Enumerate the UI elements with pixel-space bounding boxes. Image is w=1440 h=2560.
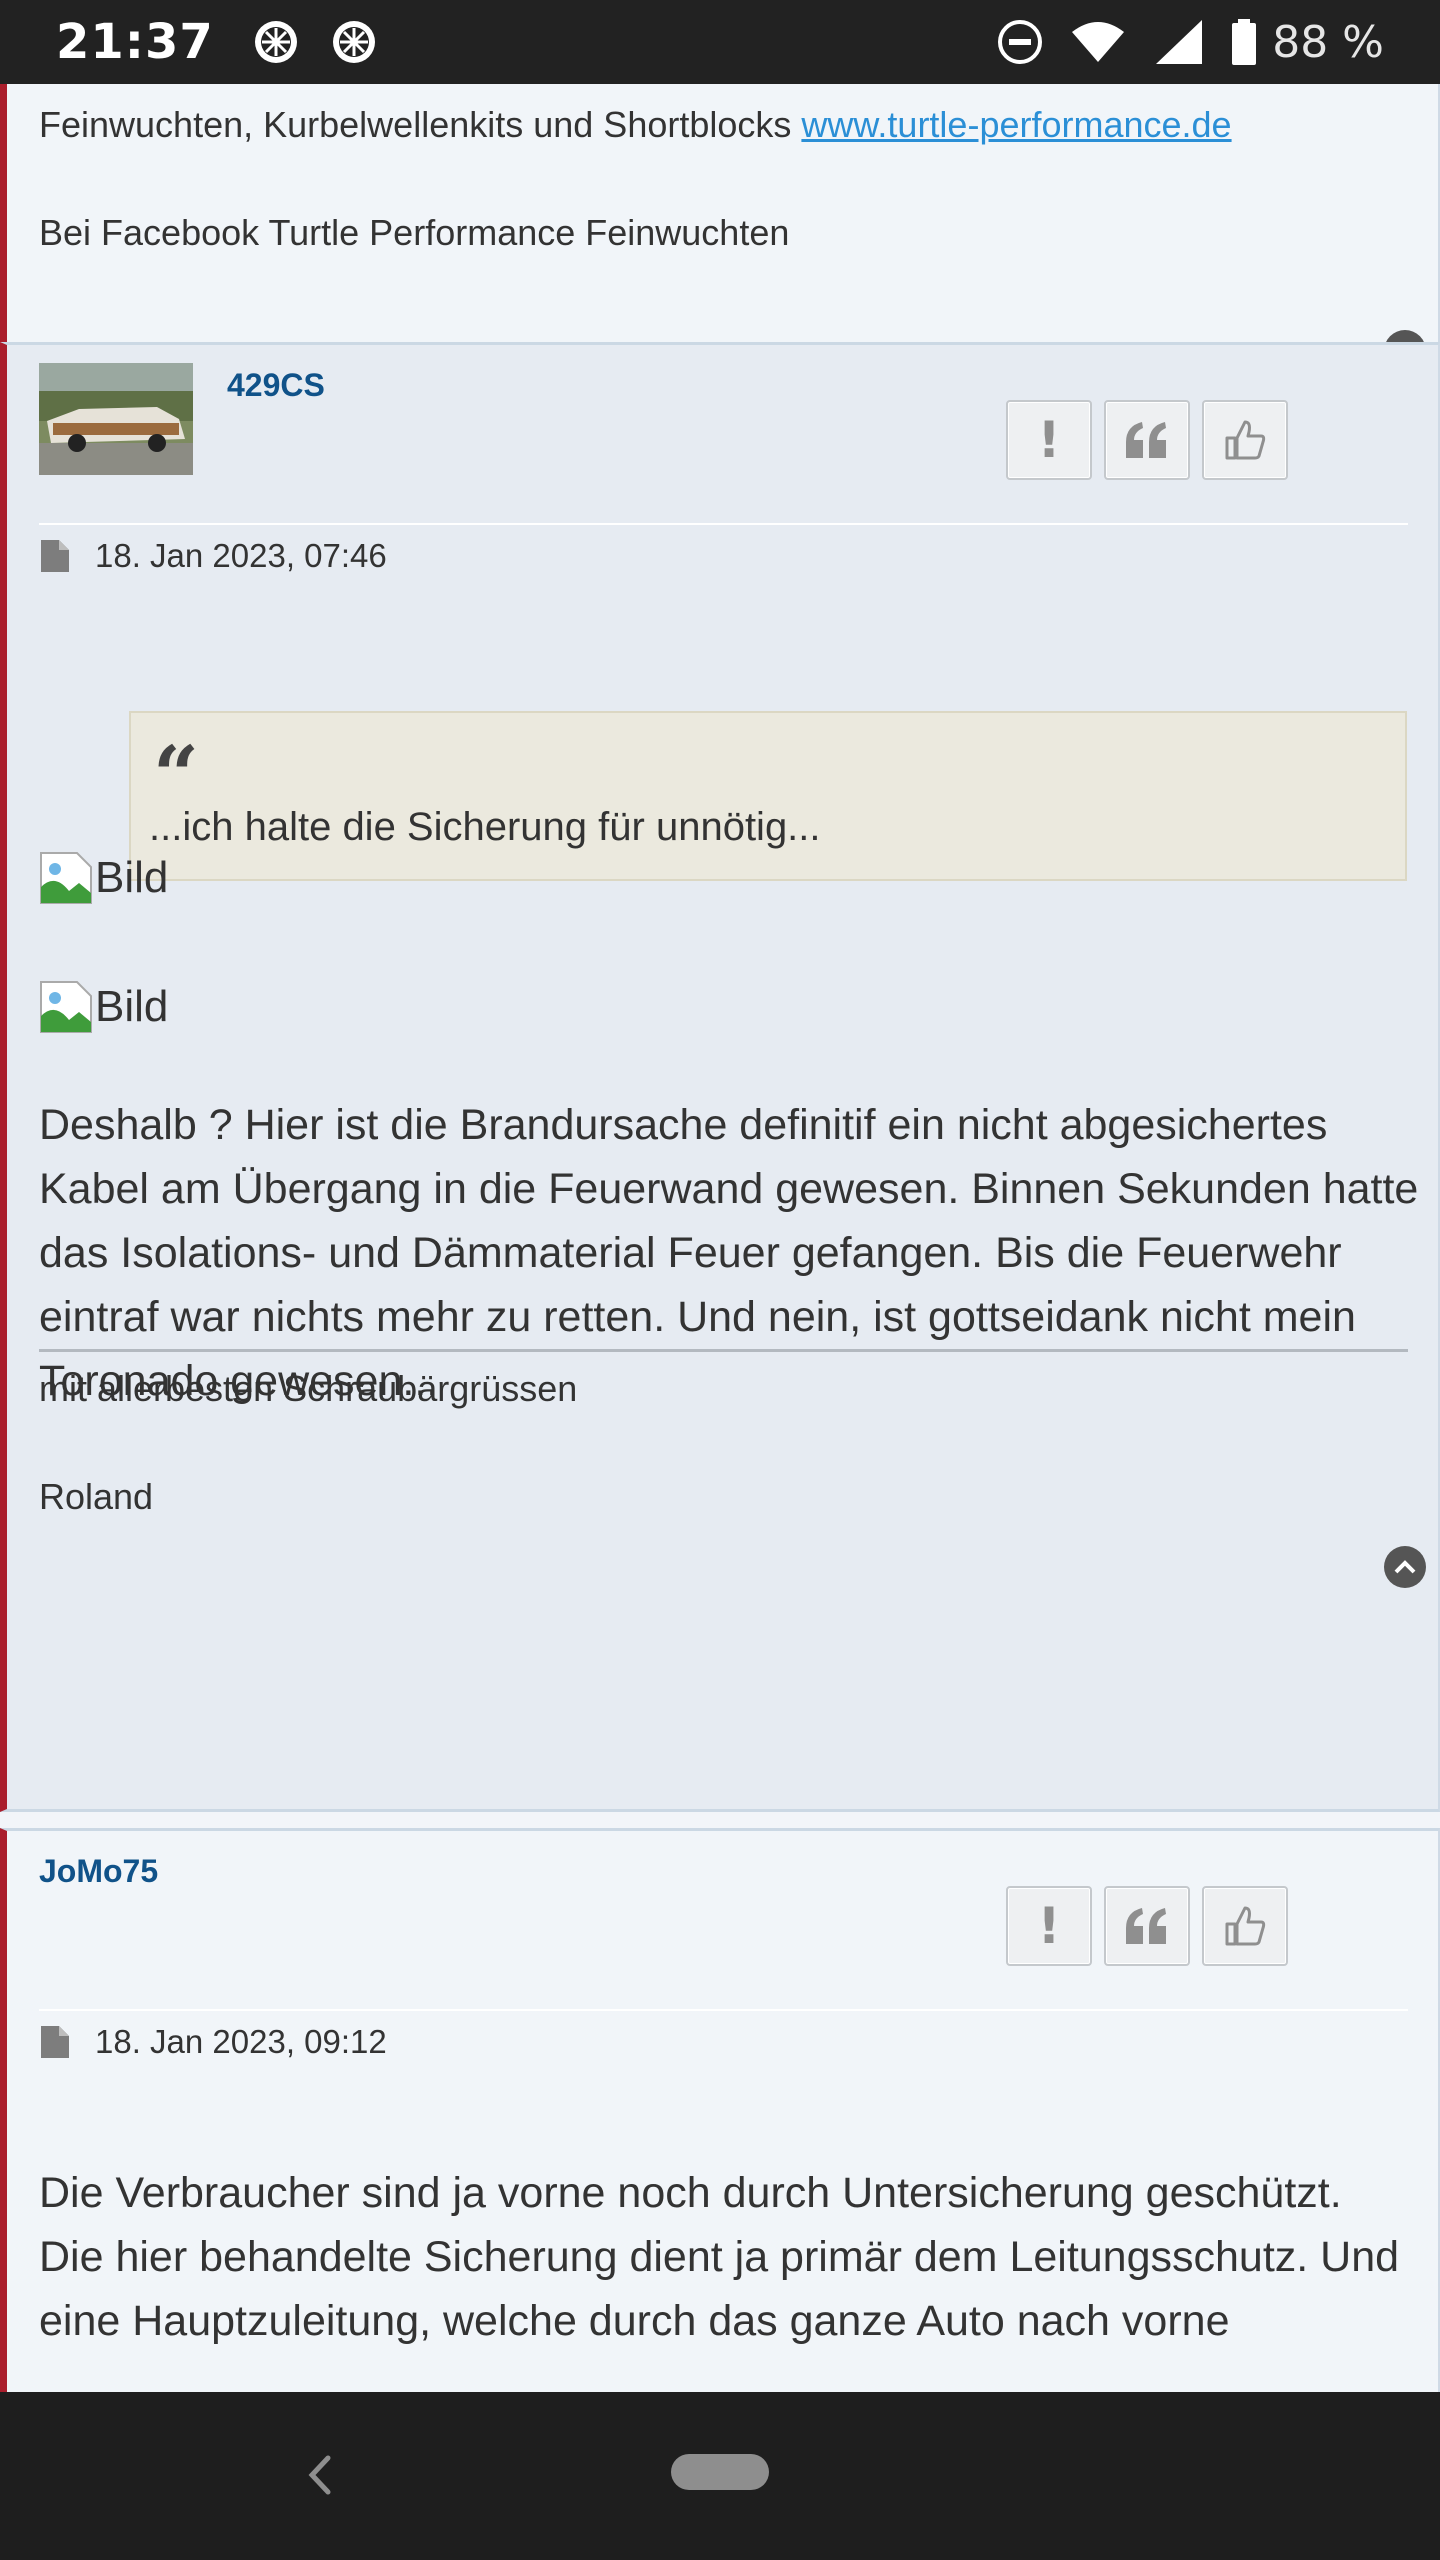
like-button[interactable]	[1202, 1886, 1288, 1966]
post-date-text: 18. Jan 2023, 07:46	[95, 537, 387, 574]
post-author[interactable]: 429CS	[227, 367, 325, 404]
post-body-line: Die Verbraucher sind ja vorne noch durch…	[39, 2169, 1342, 2217]
quote-button[interactable]	[1104, 1886, 1190, 1966]
signature-line: mit allerbesten Schraubärgrüssen	[39, 1368, 578, 1409]
status-time: 21:37	[56, 14, 214, 70]
file-icon	[41, 540, 69, 572]
image-alt-text: Bild	[95, 982, 169, 1031]
home-pill[interactable]	[671, 2454, 769, 2490]
post-divider	[39, 523, 1408, 525]
post-body: Deshalb ? Hier ist die Brandursache defi…	[39, 1101, 1419, 1405]
back-icon[interactable]	[300, 2450, 340, 2500]
exclamation-icon: !	[1037, 411, 1061, 469]
signature-divider	[39, 1349, 1408, 1352]
report-button[interactable]: !	[1006, 400, 1092, 480]
signature-line: Bei Facebook Turtle Performance Feinwuch…	[39, 212, 790, 253]
post-actions: !	[994, 1886, 1288, 1966]
post-actions: !	[994, 400, 1288, 480]
file-icon	[41, 2026, 69, 2058]
signature-line: Roland	[39, 1476, 154, 1517]
post-author[interactable]: JoMo75	[39, 1853, 158, 1890]
broken-image-icon	[40, 981, 92, 1033]
broken-image: Bild	[39, 851, 168, 905]
exclamation-icon: !	[1037, 1897, 1061, 1955]
signature-link[interactable]: www.turtle-performance.de	[801, 104, 1231, 145]
signal-icon	[1156, 20, 1203, 64]
broken-image-icon	[40, 852, 92, 904]
post-body-line: Die hier behandelte Sicherung dient ja p…	[39, 2233, 1400, 2345]
report-button[interactable]: !	[1006, 1886, 1092, 1966]
post-date-text: 18. Jan 2023, 09:12	[95, 2023, 387, 2060]
quote-text: ...ich halte die Sicherung für unnötig..…	[149, 805, 821, 849]
navigation-bar	[0, 2392, 1440, 2560]
wifi-icon	[1072, 22, 1125, 62]
chevron-up-icon	[1394, 1560, 1416, 1574]
post-body: Die Verbraucher sind ja vorne noch durch…	[39, 2161, 1419, 2353]
quote-mark-icon: “	[153, 728, 200, 822]
thumbs-up-icon	[1225, 1906, 1266, 1946]
back-to-top-button[interactable]	[1384, 1546, 1426, 1588]
quote-icon	[1126, 1908, 1166, 1944]
post-date: 18. Jan 2023, 09:12	[39, 2023, 387, 2061]
image-alt-text: Bild	[95, 853, 169, 902]
wheel-icon	[254, 21, 297, 63]
like-button[interactable]	[1202, 400, 1288, 480]
wheel-icon	[332, 21, 375, 63]
battery-icon	[1232, 19, 1257, 65]
post-date: 18. Jan 2023, 07:46	[39, 537, 387, 575]
avatar[interactable]	[39, 363, 193, 475]
post-429cs: 429CS ! 18. Jan 2023, 07:46 “ ...ich hal…	[0, 342, 1440, 1812]
quote-button[interactable]	[1104, 400, 1190, 480]
dnd-icon	[998, 20, 1043, 64]
thread-content: Feinwuchten, Kurbelwellenkits und Shortb…	[0, 84, 1440, 2392]
signature-text: Feinwuchten, Kurbelwellenkits und Shortb…	[39, 104, 802, 145]
post-jomo75: JoMo75 ! 18. Jan 2023, 09:12 Die Verbrau…	[0, 1828, 1440, 2392]
thumbs-up-icon	[1225, 420, 1266, 460]
post-signature: Feinwuchten, Kurbelwellenkits und Shortb…	[39, 104, 1232, 146]
battery-percent: 88 %	[1272, 16, 1384, 68]
blockquote: “ ...ich halte die Sicherung für unnötig…	[129, 711, 1407, 881]
broken-image: Bild	[39, 980, 168, 1034]
quote-icon	[1126, 422, 1166, 458]
status-bar: 21:37 88 %	[0, 0, 1440, 84]
post-divider	[39, 2009, 1408, 2011]
